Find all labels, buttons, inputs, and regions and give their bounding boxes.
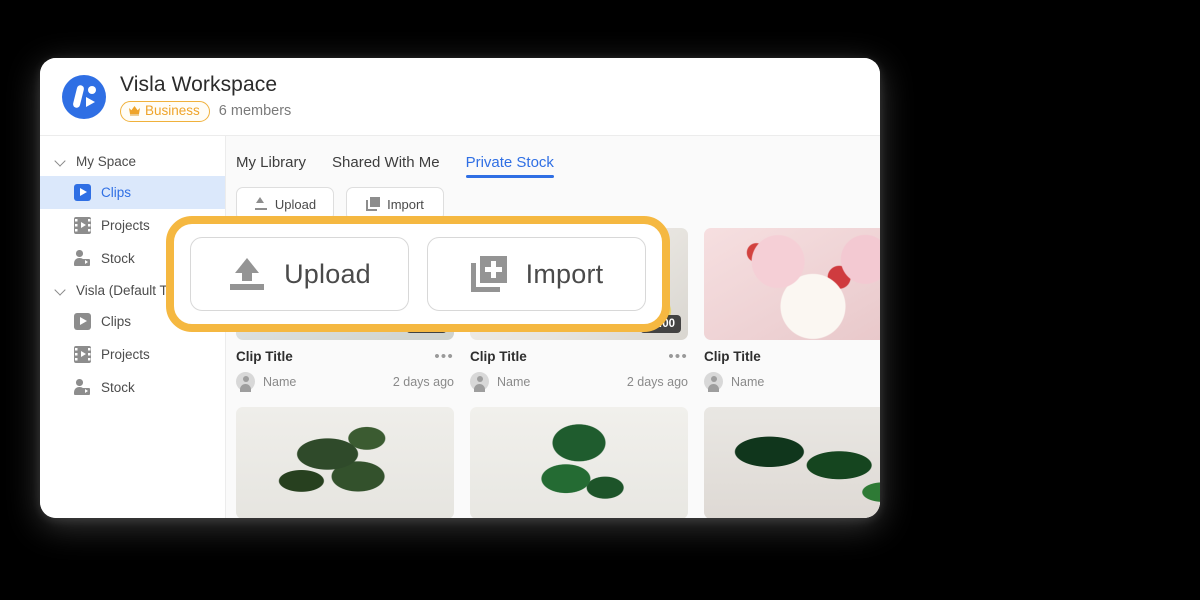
clip-thumbnail[interactable] <box>704 228 880 340</box>
tab-private-stock[interactable]: Private Stock <box>465 154 555 178</box>
import-button-label: Import <box>387 196 424 212</box>
clip-thumbnail[interactable] <box>470 407 688 518</box>
clip-title-row: Clip Title <box>704 349 880 364</box>
clip-title-row: Clip Title ••• <box>236 349 454 365</box>
plan-badge[interactable]: Business <box>120 100 210 122</box>
clip-title: Clip Title <box>236 349 293 364</box>
upload-icon <box>228 255 266 293</box>
avatar-icon <box>704 372 723 392</box>
projects-icon <box>74 217 91 234</box>
more-options-icon[interactable]: ••• <box>434 349 454 364</box>
sidebar-item-label: Projects <box>101 218 150 233</box>
clip-meta: Name <box>704 372 880 392</box>
callout-import-button[interactable]: Import <box>427 237 646 311</box>
sidebar-item-my-space-clips[interactable]: Clips <box>40 176 225 209</box>
page-title: Visla Workspace <box>120 72 278 96</box>
plan-badge-label: Business <box>145 102 200 118</box>
workspace-header: Visla Workspace Business 6 members <box>40 58 880 136</box>
workspace-identity: Visla Workspace Business 6 members <box>120 72 291 122</box>
clip-card[interactable] <box>704 407 880 518</box>
action-button-row: Upload Import <box>226 178 880 221</box>
clip-meta: Name 2 days ago <box>236 372 454 392</box>
tab-my-library[interactable]: My Library <box>236 154 306 178</box>
clip-card[interactable] <box>236 407 454 518</box>
avatar-icon <box>236 372 255 392</box>
clip-author: Name <box>470 372 531 392</box>
clip-card[interactable] <box>470 407 688 518</box>
clip-thumbnail[interactable] <box>236 407 454 518</box>
clips-icon <box>74 184 91 201</box>
import-plus-icon <box>470 255 508 293</box>
clips-icon <box>74 313 91 330</box>
zoom-callout-highlight: Upload Import <box>166 216 670 332</box>
author-name: Name <box>497 374 531 389</box>
sidebar-item-label: Stock <box>101 251 135 266</box>
member-count: 6 members <box>218 103 292 119</box>
crown-icon <box>128 105 141 116</box>
logo-v-stroke <box>72 83 85 109</box>
stock-icon <box>74 379 91 396</box>
logo-play-triangle <box>86 96 95 107</box>
sidebar-group-my-space[interactable]: My Space <box>40 146 225 176</box>
tab-shared-with-me[interactable]: Shared With Me <box>332 154 440 178</box>
screenshot-stage: Visla Workspace Business 6 members My Sp… <box>0 0 1200 600</box>
import-plus-icon <box>366 197 381 211</box>
more-options-icon[interactable]: ••• <box>668 349 688 364</box>
clip-card[interactable]: Clip Title Name <box>704 228 880 392</box>
author-name: Name <box>731 374 765 389</box>
clip-author: Name <box>704 372 765 392</box>
clip-title-row: Clip Title ••• <box>470 349 688 365</box>
sidebar-item-team-projects[interactable]: Projects <box>40 338 225 371</box>
callout-upload-button[interactable]: Upload <box>190 237 409 311</box>
chevron-down-icon <box>54 154 68 168</box>
callout-import-label: Import <box>525 258 604 289</box>
updated-time: 2 days ago <box>392 374 454 389</box>
sidebar-item-label: Projects <box>101 347 150 362</box>
chevron-down-icon <box>54 283 68 297</box>
projects-icon <box>74 346 91 363</box>
sidebar-item-label: Clips <box>101 314 132 329</box>
visla-logo-icon <box>62 74 106 119</box>
sidebar-item-label: Stock <box>101 380 135 395</box>
tab-bar: My Library Shared With Me Private Stock <box>226 136 880 178</box>
callout-upload-label: Upload <box>284 258 371 289</box>
clip-title: Clip Title <box>704 349 761 364</box>
workspace-subrow: Business 6 members <box>120 100 292 122</box>
clip-author: Name <box>236 372 297 392</box>
upload-button-label: Upload <box>274 196 317 212</box>
sidebar-item-label: Clips <box>101 185 132 200</box>
clip-thumbnail[interactable] <box>704 407 880 518</box>
clip-title: Clip Title <box>470 349 527 364</box>
logo-dot <box>88 85 96 94</box>
sidebar-item-team-stock[interactable]: Stock <box>40 371 225 404</box>
author-name: Name <box>263 374 297 389</box>
clip-meta: Name 2 days ago <box>470 372 688 392</box>
stock-icon <box>74 250 91 267</box>
avatar-icon <box>470 372 489 392</box>
updated-time: 2 days ago <box>626 374 688 389</box>
sidebar-group-label: My Space <box>76 153 137 169</box>
upload-icon <box>254 197 268 211</box>
